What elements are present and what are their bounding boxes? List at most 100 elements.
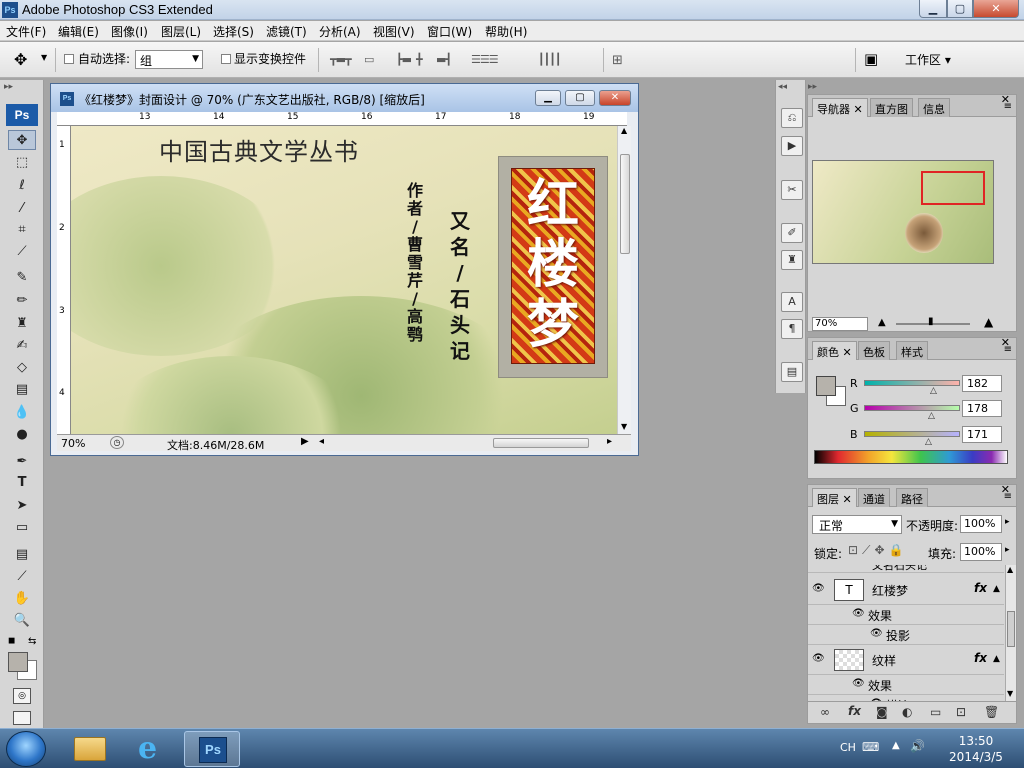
language-indicator[interactable]: CH xyxy=(840,741,856,754)
paragraph-icon[interactable]: ¶ xyxy=(781,319,803,339)
eraser-tool-icon[interactable]: ◇ xyxy=(8,358,36,378)
path-select-icon[interactable]: ➤ xyxy=(8,496,36,516)
scroll-right-icon[interactable]: ▸ xyxy=(607,436,612,447)
scroll-down-icon[interactable]: ▼ xyxy=(621,422,627,431)
tab-info[interactable]: 信息 xyxy=(918,98,950,117)
brush-tool-icon[interactable]: ✏ xyxy=(8,291,36,311)
tab-navigator[interactable]: 导航器 ✕ xyxy=(812,98,868,117)
delete-layer-icon[interactable]: 🗑 xyxy=(984,705,999,719)
menu-select[interactable]: 选择(S) xyxy=(213,23,254,40)
show-transform-checkbox[interactable] xyxy=(221,54,231,64)
show-hidden-icons-icon[interactable]: ▲ xyxy=(892,740,900,751)
taskbar-ie[interactable]: e xyxy=(124,731,180,767)
effect-eye-icon[interactable]: 👁 xyxy=(870,628,883,639)
zoom-level[interactable]: 70% xyxy=(61,437,85,450)
document-maximize-button[interactable]: ▢ xyxy=(565,90,595,106)
panel-menu-icon[interactable]: ≡ xyxy=(1004,491,1012,502)
tool-preset-chevron-icon[interactable]: ▼ xyxy=(41,53,47,62)
horizontal-scroll-thumb[interactable] xyxy=(493,438,589,448)
collapse-icon[interactable]: ▸▸ xyxy=(808,82,817,92)
scroll-down-icon[interactable]: ▼ xyxy=(1007,689,1013,698)
tab-styles[interactable]: 样式 xyxy=(896,341,928,360)
green-value-field[interactable]: 178 xyxy=(962,400,1002,417)
new-layer-icon[interactable]: ⊡ xyxy=(956,705,966,719)
volume-icon[interactable]: 🔊 xyxy=(910,739,925,753)
healing-brush-icon[interactable]: ✎ xyxy=(8,268,36,288)
link-layers-icon[interactable]: ∞ xyxy=(820,705,830,719)
document-minimize-button[interactable]: ▁ xyxy=(535,90,561,106)
navigator-zoom-field[interactable]: 70% xyxy=(812,317,868,331)
lock-options-icon[interactable]: ⊡⟋✥🔒 xyxy=(848,543,907,558)
red-value-field[interactable]: 182 xyxy=(962,375,1002,392)
history-icon[interactable]: ⎌ xyxy=(781,108,803,128)
expand-icon[interactable]: ▲ xyxy=(993,654,1000,664)
scroll-up-icon[interactable]: ▲ xyxy=(1007,565,1013,574)
collapse-icon[interactable]: ◂◂ xyxy=(778,82,787,92)
blue-slider-handle[interactable]: △ xyxy=(925,437,932,447)
shape-tool-icon[interactable]: ▭ xyxy=(8,518,36,538)
document-close-button[interactable]: ✕ xyxy=(599,90,631,106)
menu-edit[interactable]: 编辑(E) xyxy=(58,23,99,40)
tab-layers[interactable]: 图层 ✕ xyxy=(812,488,857,507)
tab-color[interactable]: 颜色 ✕ xyxy=(812,341,857,360)
menu-image[interactable]: 图像(I) xyxy=(111,23,148,40)
layer-row[interactable]: 又名石头记 xyxy=(808,565,1004,573)
distribute-top-icon[interactable]: ☰☰☰ xyxy=(471,53,499,66)
clone-source-icon[interactable]: ♜ xyxy=(781,250,803,270)
opacity-arrow-icon[interactable]: ▸ xyxy=(1005,517,1010,527)
effect-row-drop-shadow[interactable]: 👁 投影 xyxy=(808,625,1004,645)
navigator-view-box[interactable] xyxy=(921,171,985,205)
actions-icon[interactable]: ▶ xyxy=(781,136,803,156)
layer-row-text[interactable]: 👁 T 红楼梦 fx ▲ xyxy=(808,575,1004,605)
navigator-thumbnail[interactable] xyxy=(812,160,994,264)
adjustment-layer-icon[interactable]: ◐ xyxy=(902,705,912,719)
status-menu-icon[interactable]: ◷ xyxy=(110,436,124,449)
vertical-ruler[interactable]: 1 2 3 4 xyxy=(57,126,71,434)
effect-eye-icon[interactable]: 👁 xyxy=(852,678,865,689)
horizontal-ruler[interactable]: 13 14 15 16 17 18 19 xyxy=(57,112,627,126)
tab-histogram[interactable]: 直方图 xyxy=(870,98,913,117)
swap-colors-icon[interactable]: ⇆ xyxy=(28,636,36,647)
start-button[interactable] xyxy=(6,731,46,767)
pen-tool-icon[interactable]: ✒ xyxy=(8,452,36,472)
align-right-icon[interactable]: ▬┫ xyxy=(436,53,452,66)
blend-mode-dropdown[interactable]: 正常 ▼ xyxy=(812,515,902,534)
blue-value-field[interactable]: 171 xyxy=(962,426,1002,443)
tab-swatches[interactable]: 色板 xyxy=(858,341,890,360)
taskbar-photoshop[interactable]: Ps xyxy=(184,731,240,767)
tab-paths[interactable]: 路径 xyxy=(896,488,928,507)
fx-icon[interactable]: fx xyxy=(974,581,987,595)
fx-icon[interactable]: fx xyxy=(974,651,987,665)
effect-eye-icon[interactable]: 👁 xyxy=(852,608,865,619)
align-vcenter-icon[interactable]: ▭ xyxy=(364,53,374,66)
collapse-icon[interactable]: ▸▸ xyxy=(4,82,13,92)
taskbar-clock[interactable]: 13:50 2014/3/5 xyxy=(936,733,1016,765)
taskbar-explorer[interactable] xyxy=(62,731,118,767)
menu-window[interactable]: 窗口(W) xyxy=(427,23,472,40)
zoom-out-icon[interactable]: ▲ xyxy=(878,317,886,328)
zoom-in-icon[interactable]: ▲ xyxy=(984,315,993,329)
layer-row-texture[interactable]: 👁 纹样 fx ▲ xyxy=(808,645,1004,675)
zoom-tool-icon[interactable]: 🔍 xyxy=(8,611,36,631)
scroll-up-icon[interactable]: ▲ xyxy=(621,126,627,135)
effects-row[interactable]: 👁 效果 xyxy=(808,605,1004,625)
color-spectrum[interactable] xyxy=(814,450,1008,464)
align-left-icon[interactable]: ┣▬ xyxy=(396,53,412,66)
add-mask-icon[interactable]: ◙ xyxy=(876,705,888,719)
eyedropper-icon[interactable]: ⟋ xyxy=(8,567,36,587)
default-colors-icon[interactable]: ◼ xyxy=(8,636,15,646)
workspace-dropdown[interactable]: 工作区 ▾ xyxy=(905,51,951,68)
scroll-left-icon[interactable]: ◂ xyxy=(319,436,324,447)
blur-tool-icon[interactable]: 💧 xyxy=(8,403,36,423)
auto-select-checkbox[interactable] xyxy=(64,54,74,64)
zoom-slider-handle[interactable]: ▮ xyxy=(928,316,934,327)
keyboard-icon[interactable]: ⌨ xyxy=(862,740,879,754)
gradient-tool-icon[interactable]: ▤ xyxy=(8,380,36,400)
red-slider-handle[interactable]: △ xyxy=(930,386,937,396)
bridge-icon[interactable]: ▣ xyxy=(864,50,878,68)
scroll-thumb[interactable] xyxy=(620,154,630,254)
blue-slider[interactable] xyxy=(864,431,960,437)
menu-help[interactable]: 帮助(H) xyxy=(485,23,527,40)
hand-tool-icon[interactable]: ✋ xyxy=(8,589,36,609)
quick-mask-icon[interactable]: ◎ xyxy=(13,688,31,704)
